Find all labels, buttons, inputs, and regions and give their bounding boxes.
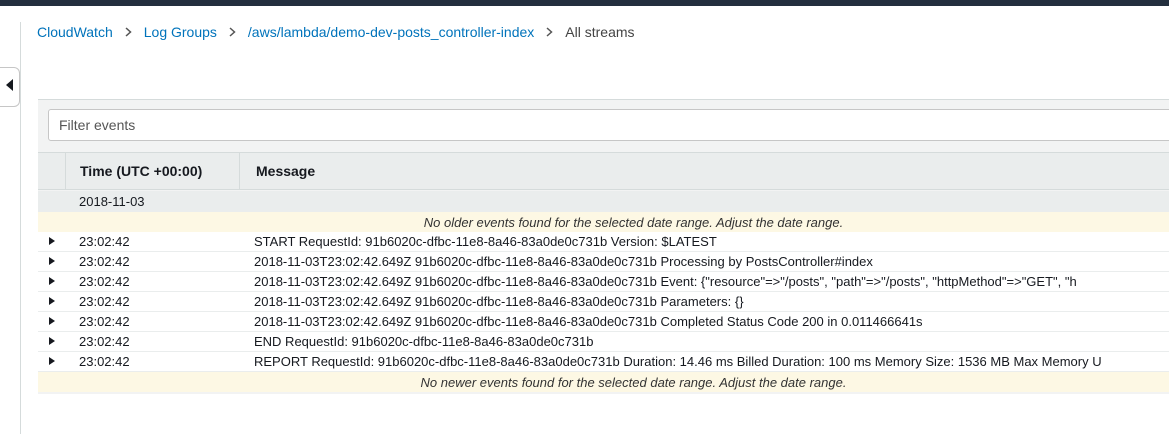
log-event-row[interactable]: 23:02:42 2018-11-03T23:02:42.649Z 91b6020… [38,292,1169,312]
caret-right-icon[interactable] [47,256,57,266]
log-event-row[interactable]: 23:02:42 START RequestId: 91b6020c-dfbc-1… [38,232,1169,252]
breadcrumb-log-groups[interactable]: Log Groups [144,24,217,40]
older-events-notice: No older events found for the selected d… [38,212,1169,232]
event-message: 2018-11-03T23:02:42.649Z 91b6020c-dfbc-1… [254,274,1077,289]
chevron-right-icon [113,27,144,37]
chevron-right-icon [534,27,565,37]
event-message: 2018-11-03T23:02:42.649Z 91b6020c-dfbc-1… [254,314,923,329]
event-message: END RequestId: 91b6020c-dfbc-11e8-8a46-8… [254,334,594,349]
event-time: 23:02:42 [79,334,130,349]
caret-right-icon[interactable] [47,336,57,346]
time-column-header[interactable]: Time (UTC +00:00) [66,153,240,189]
event-time: 23:02:42 [79,234,130,249]
sidebar-toggle-button[interactable] [0,67,20,107]
breadcrumb-cloudwatch[interactable]: CloudWatch [37,24,113,40]
event-message: REPORT RequestId: 91b6020c-dfbc-11e8-8a4… [254,354,1102,369]
log-event-row[interactable]: 23:02:42 2018-11-03T23:02:42.649Z 91b6020… [38,252,1169,272]
breadcrumb-current: All streams [565,24,635,40]
breadcrumb: CloudWatch Log Groups /aws/lambda/demo-d… [37,23,635,41]
event-time: 23:02:42 [79,354,130,369]
caret-right-icon[interactable] [47,316,57,326]
date-group-row: 2018-11-03 [38,191,1169,212]
event-time: 23:02:42 [79,314,130,329]
expand-column-header [38,153,66,189]
event-time: 23:02:42 [79,254,130,269]
sidebar-divider [20,22,21,434]
event-message: START RequestId: 91b6020c-dfbc-11e8-8a46… [254,234,717,249]
message-column-header[interactable]: Message [241,153,315,189]
caret-left-icon [5,78,14,96]
caret-right-icon[interactable] [47,276,57,286]
table-header: Time (UTC +00:00) Message [38,152,1169,190]
breadcrumb-log-group[interactable]: /aws/lambda/demo-dev-posts_controller-in… [248,24,534,40]
caret-right-icon[interactable] [47,296,57,306]
caret-right-icon[interactable] [47,236,57,246]
log-event-row[interactable]: 23:02:42 2018-11-03T23:02:42.649Z 91b6020… [38,272,1169,292]
log-event-row[interactable]: 23:02:42 2018-11-03T23:02:42.649Z 91b6020… [38,312,1169,332]
top-nav-bar [0,0,1169,6]
log-event-row[interactable]: 23:02:42 END RequestId: 91b6020c-dfbc-11e… [38,332,1169,352]
filter-events-input[interactable] [48,109,1169,141]
log-events-panel: Time (UTC +00:00) Message 2018-11-03 No … [38,99,1169,394]
event-message: 2018-11-03T23:02:42.649Z 91b6020c-dfbc-1… [254,294,744,309]
log-events-list: 2018-11-03 No older events found for the… [38,191,1169,392]
event-time: 23:02:42 [79,274,130,289]
caret-right-icon[interactable] [47,356,57,366]
event-message: 2018-11-03T23:02:42.649Z 91b6020c-dfbc-1… [254,254,873,269]
newer-events-notice: No newer events found for the selected d… [38,372,1169,392]
chevron-right-icon [217,27,248,37]
log-event-row[interactable]: 23:02:42 REPORT RequestId: 91b6020c-dfbc-… [38,352,1169,372]
event-time: 23:02:42 [79,294,130,309]
